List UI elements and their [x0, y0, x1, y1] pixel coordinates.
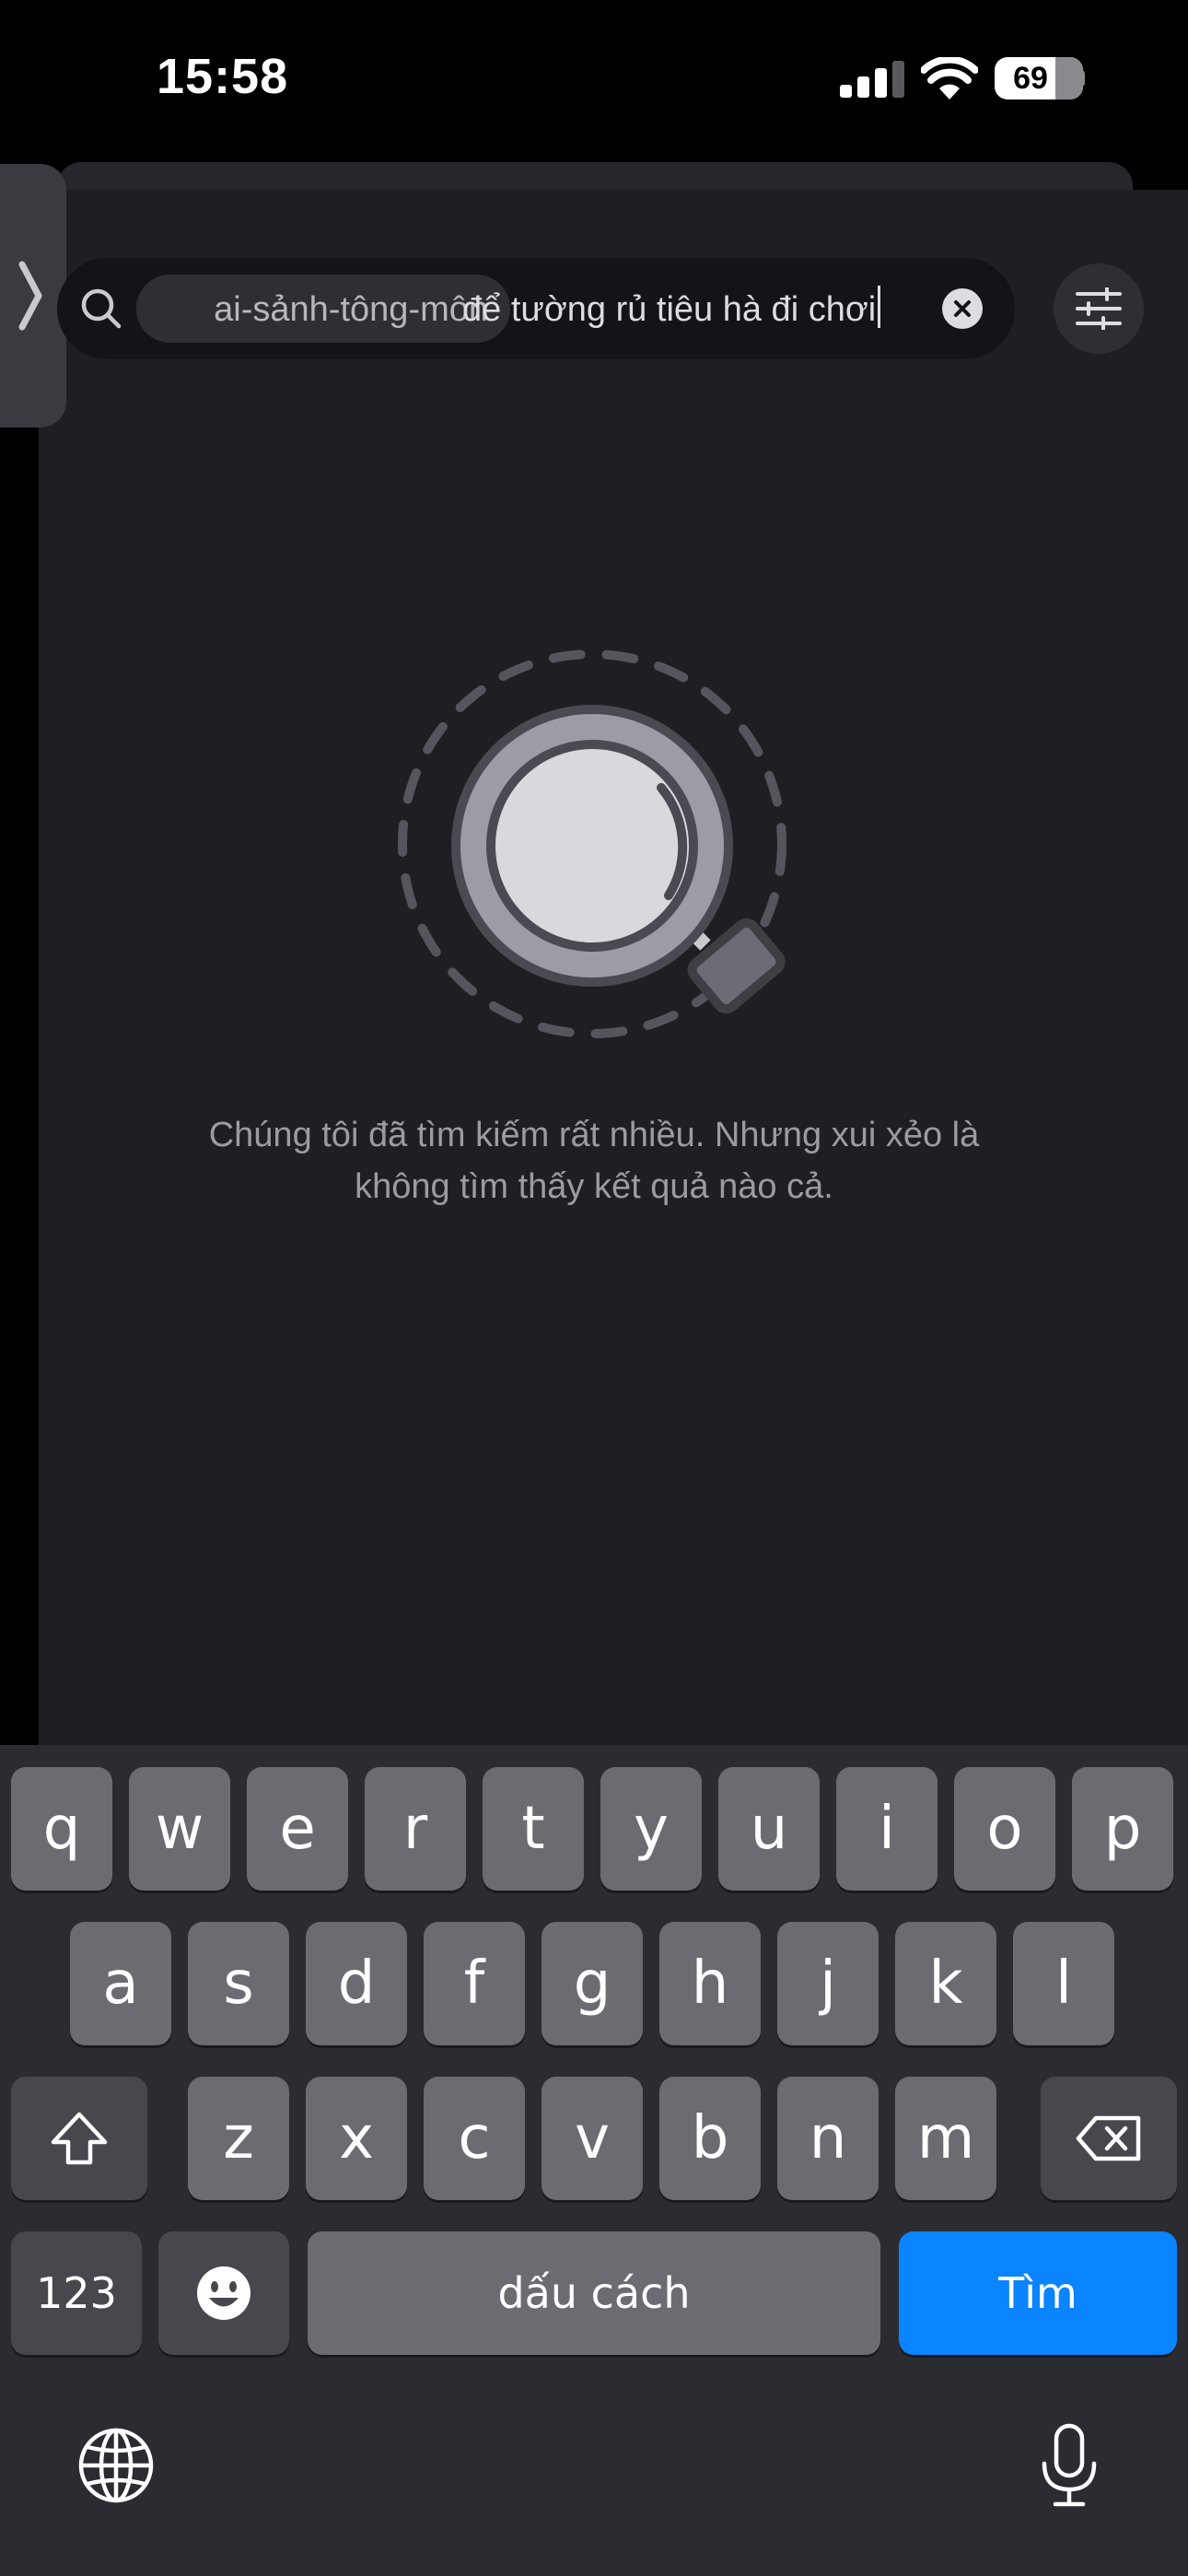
magnifier-illustration-icon: [398, 650, 786, 1038]
clear-search-button[interactable]: [942, 288, 983, 329]
key-v[interactable]: v: [542, 2077, 643, 2200]
battery-icon: 69: [995, 57, 1083, 100]
clear-icon: [954, 300, 971, 317]
filter-icon: [1076, 287, 1122, 330]
key-u[interactable]: u: [718, 1767, 820, 1891]
side-drawer-handle[interactable]: [0, 164, 66, 427]
emoji-icon: [197, 2266, 250, 2320]
key-g[interactable]: g: [542, 1922, 643, 2045]
chevron-right-icon: [18, 261, 42, 331]
key-j[interactable]: j: [777, 1922, 879, 2045]
key-s[interactable]: s: [188, 1922, 289, 2045]
search-bar[interactable]: ai-sảnh-tông-môn để tường rủ tiêu hà đi …: [57, 258, 1015, 359]
key-c[interactable]: c: [424, 2077, 525, 2200]
emoji-key[interactable]: [158, 2231, 289, 2355]
key-y[interactable]: y: [600, 1767, 702, 1891]
key-w[interactable]: w: [129, 1767, 230, 1891]
key-r[interactable]: r: [365, 1767, 466, 1891]
empty-message-line1: Chúng tôi đã tìm kiếm rất nhiều. Nhưng x…: [208, 1116, 980, 1154]
channel-filter-chip[interactable]: ai-sảnh-tông-môn: [136, 275, 510, 343]
backspace-icon: [1076, 2115, 1141, 2161]
wifi-icon: [921, 57, 978, 100]
numbers-key[interactable]: 123: [11, 2231, 142, 2355]
key-m[interactable]: m: [895, 2077, 996, 2200]
filter-button[interactable]: [1054, 263, 1144, 354]
battery-percent: 69: [1013, 61, 1048, 96]
status-bar: 15:58 69: [0, 0, 1188, 157]
key-x[interactable]: x: [306, 2077, 407, 2200]
status-time: 15:58: [157, 49, 289, 104]
search-query-text: để tường rủ tiêu hà đi chơi: [462, 290, 877, 329]
key-h[interactable]: h: [659, 1922, 761, 2045]
backspace-key[interactable]: [1041, 2077, 1177, 2200]
key-f[interactable]: f: [424, 1922, 525, 2045]
key-l[interactable]: l: [1013, 1922, 1114, 2045]
key-a[interactable]: a: [70, 1922, 171, 2045]
empty-results-message: Chúng tôi đã tìm kiếm rất nhiều. Nhưng x…: [129, 1109, 1059, 1212]
shift-icon: [51, 2112, 108, 2165]
key-d[interactable]: d: [306, 1922, 407, 2045]
key-b[interactable]: b: [659, 2077, 761, 2200]
shift-key[interactable]: [11, 2077, 147, 2200]
key-e[interactable]: e: [247, 1767, 348, 1891]
empty-message-line2: không tìm thấy kết quả nào cả.: [355, 1167, 833, 1206]
search-return-key[interactable]: Tìm: [899, 2231, 1177, 2355]
microphone-icon[interactable]: [1039, 2423, 1100, 2508]
battery-nub: [1077, 70, 1085, 87]
key-z[interactable]: z: [188, 2077, 289, 2200]
search-input[interactable]: để tường rủ tiêu hà đi chơi: [462, 286, 881, 330]
key-t[interactable]: t: [483, 1767, 584, 1891]
text-caret: [878, 286, 881, 328]
signal-icon: [840, 61, 904, 98]
keyboard: q w e r t y u i o p a s d f g h j k l z …: [0, 1745, 1188, 2576]
key-n[interactable]: n: [777, 2077, 879, 2200]
globe-icon[interactable]: [77, 2427, 155, 2504]
key-q[interactable]: q: [11, 1767, 112, 1891]
key-k[interactable]: k: [895, 1922, 996, 2045]
key-o[interactable]: o: [954, 1767, 1055, 1891]
channel-chip-label: ai-sảnh-tông-môn: [214, 290, 488, 329]
space-key[interactable]: dấu cách: [308, 2231, 880, 2355]
key-i[interactable]: i: [836, 1767, 938, 1891]
search-icon: [81, 288, 122, 329]
key-p[interactable]: p: [1072, 1767, 1173, 1891]
